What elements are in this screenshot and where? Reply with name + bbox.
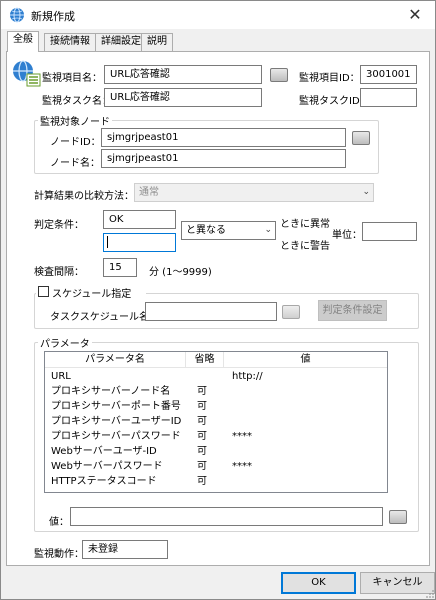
param-name-cell: HTTPステータスコード [51,476,157,487]
dialog-window: 新規作成 ✕ 全般 接続情報 詳細設定 説明 監視項目名： URL応答確認 監視… [0,0,436,600]
monitor-action-label: 監視動作： [34,549,84,560]
ok-button[interactable]: OK [281,572,356,594]
param-name-cell: Webサーバーパスワード [51,461,163,472]
node-name-label: ノード名： [50,158,100,169]
chevron-down-icon: ⌄ [362,187,370,197]
table-row[interactable]: プロキシサーバーポート番号 可 [45,399,387,414]
interval-input[interactable]: 15 [103,258,137,277]
schedule-checkbox-row[interactable]: スケジュール指定 [36,285,146,300]
item-name-input[interactable]: URL応答確認 [104,65,262,84]
unit-label: 単位： [332,230,362,241]
item-id-label: 監視項目ID： [299,73,360,84]
compare-method-select[interactable]: 通常 ⌄ [134,183,374,202]
condition-value-abnormal[interactable]: OK [103,210,176,229]
warning-text: ときに警告 [280,241,330,252]
param-name-cell: プロキシサーバーパスワード [51,431,181,442]
tab-details[interactable]: 詳細設定 [95,33,147,51]
parameters-legend: パラメータ [38,335,92,350]
tab-general[interactable]: 全般 [7,31,39,52]
schedule-checkbox[interactable] [38,286,49,297]
monitor-item-icon [13,60,41,87]
table-row[interactable]: プロキシサーバーノード名 可 [45,384,387,399]
item-select-button[interactable] [270,68,288,82]
parameter-table[interactable]: パラメータ名 省略 値 URL http://プロキシサーバーノード名可プロキシサ… [44,351,388,493]
interval-label: 検査間隔： [34,267,84,278]
node-name-input[interactable]: sjmgrjpeast01 [101,149,346,168]
param-name-cell: プロキシサーバーノード名 [51,386,171,397]
param-value-select-button[interactable] [389,510,407,524]
param-name-cell: Webサーバーユーザ-ID [51,446,157,457]
param-omit-cell: 可 [197,431,207,442]
condition-setting-button[interactable]: 判定条件設定 [318,300,387,321]
table-row[interactable]: Webサーバーパスワード 可 **** [45,459,387,474]
item-name-label: 監視項目名： [42,73,102,84]
param-value-input[interactable] [70,507,383,526]
tab-connection[interactable]: 接続情報 [44,33,96,51]
compare-method-label: 計算結果の比較方法： [34,191,134,202]
param-name-cell: URL [51,371,71,382]
task-name-label: 監視タスク名： [42,96,112,107]
task-schedule-label: タスクスケジュール名： [50,312,159,323]
item-id-input[interactable]: 3001001 [360,65,417,84]
param-name-cell: プロキシサーバーポート番号 [51,401,181,412]
app-globe-icon [10,7,24,23]
schedule-checkbox-label: スケジュール指定 [52,289,132,300]
table-row[interactable]: URL http:// [45,369,387,384]
param-name-cell: プロキシサーバーユーザーID [51,416,182,427]
condition-label: 判定条件： [34,220,84,231]
table-row[interactable]: プロキシサーバーパスワード 可 **** [45,429,387,444]
param-omit-cell: 可 [197,461,207,472]
param-value-cell: **** [232,431,252,442]
condition-value-warning[interactable] [103,233,176,252]
condition-operator-select[interactable]: と異なる ⌄ [181,221,276,240]
table-row[interactable]: プロキシサーバーユーザーID 可 [45,414,387,429]
monitor-action-input[interactable]: 未登録 [82,540,168,559]
compare-method-value: 通常 [139,187,159,198]
param-value-cell: http:// [232,371,263,382]
cancel-button[interactable]: キャンセル [360,572,435,594]
param-value-cell: **** [232,461,252,472]
node-select-button[interactable] [352,131,370,145]
interval-range-text: 分 (1〜9999) [149,267,212,278]
column-header-omit[interactable]: 省略 [186,352,224,368]
chevron-down-icon: ⌄ [264,225,272,235]
parameter-table-header: パラメータ名 省略 値 [45,352,387,368]
param-omit-cell: 可 [197,416,207,427]
param-omit-cell: 可 [197,386,207,397]
task-name-input[interactable]: URL応答確認 [104,88,262,107]
text-caret [107,236,108,248]
resize-grip-icon[interactable] [425,589,435,599]
abnormal-text: ときに異常 [280,219,330,230]
close-button[interactable]: ✕ [395,1,435,29]
table-row[interactable]: Webサーバーユーザ-ID 可 [45,444,387,459]
task-id-input[interactable] [360,88,417,107]
tab-description[interactable]: 説明 [141,33,173,51]
window-title: 新規作成 [31,10,75,23]
title-bar: 新規作成 ✕ [1,1,435,29]
column-header-name[interactable]: パラメータ名 [45,352,186,368]
param-omit-cell: 可 [197,476,207,487]
unit-input[interactable] [362,222,417,241]
target-node-legend: 監視対象ノード [38,113,112,128]
param-omit-cell: 可 [197,401,207,412]
node-id-input[interactable]: sjmgrjpeast01 [101,128,346,147]
condition-operator-value: と異なる [186,225,226,236]
table-row[interactable]: HTTPステータスコード 可 [45,474,387,489]
param-omit-cell: 可 [197,446,207,457]
node-id-label: ノードID： [50,137,101,148]
task-schedule-input[interactable] [145,302,277,321]
column-header-value[interactable]: 値 [224,352,387,368]
schedule-select-button[interactable] [282,305,300,319]
param-value-label: 値： [49,517,69,528]
